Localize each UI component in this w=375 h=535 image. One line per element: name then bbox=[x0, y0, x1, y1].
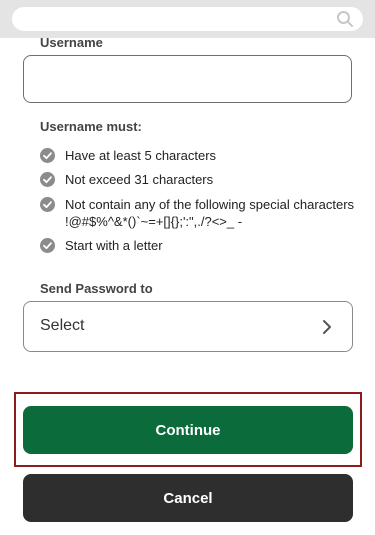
continue-button[interactable]: Continue bbox=[23, 406, 353, 454]
rule-item: Have at least 5 characters bbox=[40, 147, 216, 164]
search-input[interactable] bbox=[12, 7, 363, 31]
special-characters-list: !@#$%^&*()`~=+[]{};':",./?<>_ - bbox=[65, 214, 243, 229]
chevron-right-icon bbox=[320, 319, 334, 335]
select-value: Select bbox=[40, 317, 85, 334]
rule-item: Start with a letter bbox=[40, 237, 163, 254]
check-circle-icon bbox=[40, 197, 55, 212]
check-circle-icon bbox=[40, 238, 55, 253]
check-circle-icon bbox=[40, 172, 55, 187]
rule-text: Not exceed 31 characters bbox=[65, 172, 214, 187]
username-label: Username bbox=[40, 35, 103, 50]
username-input[interactable] bbox=[23, 55, 352, 103]
search-icon[interactable] bbox=[335, 9, 355, 29]
rule-text: Start with a letter bbox=[65, 238, 163, 253]
check-circle-icon bbox=[40, 148, 55, 163]
rule-main-text: Not contain any of the following special… bbox=[65, 197, 355, 212]
rule-item: Not contain any of the following special… bbox=[40, 196, 354, 230]
rule-text: Not contain any of the following special… bbox=[65, 196, 354, 230]
rule-text: Have at least 5 characters bbox=[65, 148, 217, 163]
rules-heading: Username must: bbox=[40, 119, 142, 134]
send-password-select[interactable]: Select bbox=[23, 301, 353, 352]
top-bar bbox=[0, 0, 375, 38]
send-password-label: Send Password to bbox=[40, 281, 153, 296]
rule-item: Not exceed 31 characters bbox=[40, 171, 213, 188]
cancel-button[interactable]: Cancel bbox=[23, 474, 353, 522]
page: Username Username must: Have at least 5 … bbox=[0, 0, 375, 535]
